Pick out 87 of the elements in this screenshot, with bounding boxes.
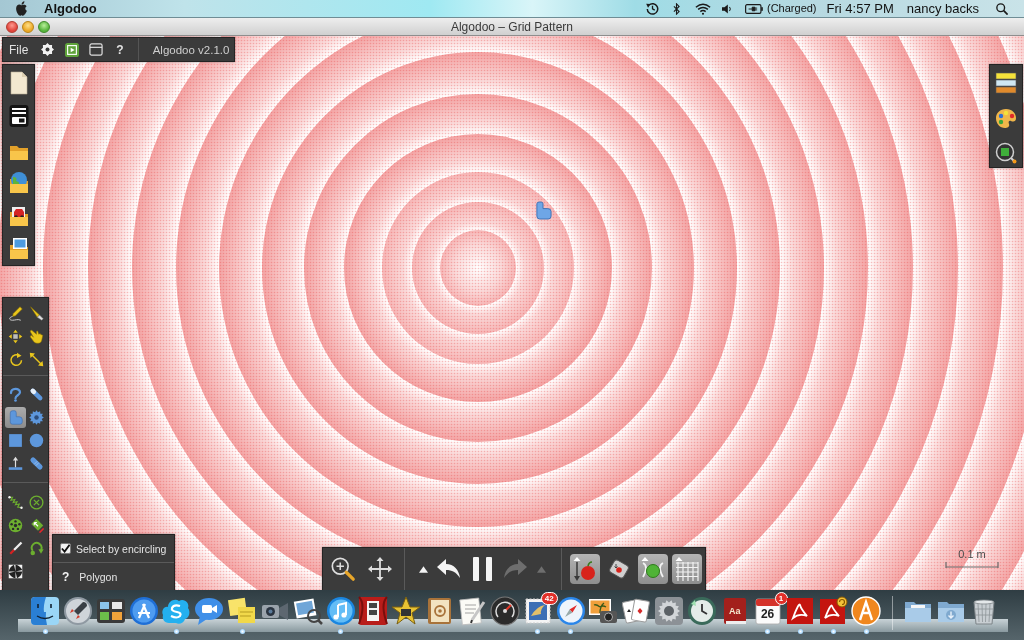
toggle-button[interactable] (570, 554, 600, 584)
search-icon[interactable] (996, 2, 1008, 15)
rotate-arrow-icon (7, 352, 23, 367)
wheel-icon (7, 517, 23, 533)
stamp-icon[interactable] (522, 596, 553, 626)
panel-toggle-icon[interactable] (8, 104, 29, 128)
zoom-icon[interactable] (330, 556, 356, 582)
swoosh-arrows-tile-icon[interactable] (818, 596, 849, 626)
app-menu[interactable]: Algodoo (44, 0, 97, 17)
check-icon (61, 544, 70, 553)
caret-up-icon (418, 565, 428, 573)
scale-label: 0.1 m (958, 548, 986, 560)
minimize-button[interactable] (22, 20, 34, 33)
checkbox[interactable] (60, 543, 71, 554)
photo-strip-icon[interactable] (358, 596, 389, 626)
photo-camera-icon[interactable] (588, 596, 619, 626)
play-square-icon[interactable] (65, 42, 80, 57)
smiley-tile-icon[interactable] (30, 596, 60, 626)
help-button[interactable]: ? (62, 569, 70, 584)
circle-icon (28, 433, 44, 448)
circled-x-icon (28, 494, 44, 510)
picture-folder-icon[interactable] (8, 236, 29, 260)
settings-icon[interactable] (41, 43, 55, 56)
toggle-button[interactable] (672, 554, 702, 584)
redo-arrow-icon (503, 559, 527, 579)
speech-bubble-icon[interactable] (194, 596, 225, 626)
help-button[interactable]: ? (116, 42, 124, 57)
cog-icon (28, 410, 44, 425)
history-clock-icon[interactable] (646, 2, 659, 15)
knife-icon (28, 306, 44, 321)
diagonal-arrows-icon (28, 352, 44, 367)
document-icon[interactable] (8, 71, 29, 95)
gears-icon[interactable] (654, 596, 685, 626)
checkbox-label: Select by encircling (76, 542, 167, 555)
compass-icon[interactable] (555, 596, 586, 626)
star-icon[interactable] (391, 596, 422, 626)
volume-icon[interactable] (722, 3, 732, 14)
undo-arrow-icon (437, 559, 461, 579)
sticky-notes-icon[interactable] (227, 596, 258, 626)
plane-arrow-icon (7, 456, 23, 471)
layers-icon[interactable] (995, 72, 1017, 94)
grid-icon (675, 557, 699, 581)
globe-folder-icon[interactable] (8, 170, 29, 194)
file-menu[interactable]: File (9, 42, 29, 57)
swoosh-tile-icon[interactable] (785, 596, 816, 626)
user-menu[interactable]: nancy backs (906, 0, 979, 17)
zigzag-spring-icon (7, 494, 23, 510)
curved-arrow-icon (28, 540, 44, 556)
playing-cards-icon[interactable] (621, 596, 652, 626)
bluetooth-icon[interactable] (673, 2, 680, 15)
circle-arcs-icon (641, 557, 665, 581)
clock-label[interactable]: Fri 4:57 PM (826, 0, 894, 17)
rounded-shape-icon (7, 410, 23, 425)
pencil-scribble-icon (7, 306, 23, 321)
close-button[interactable] (6, 20, 18, 33)
scale-bar-line (945, 562, 999, 568)
music-note-icon[interactable] (325, 596, 356, 626)
a-shape-disc-icon[interactable] (128, 596, 159, 626)
wifi-icon[interactable] (695, 2, 711, 15)
window-title: Algodoo – Grid Pattern (450, 19, 574, 34)
apple-icon[interactable] (15, 1, 28, 16)
photo-magnifier-icon[interactable] (292, 596, 323, 626)
move-arrows-icon (7, 329, 23, 344)
pause-icon (472, 557, 492, 581)
document-pen-icon[interactable] (456, 596, 487, 626)
apple-arrow-icon (573, 557, 597, 581)
pen-icon (7, 540, 23, 556)
caret-up-icon (536, 565, 546, 573)
tool-name-label: Polygon (79, 570, 118, 583)
pinwheel-icon (7, 563, 23, 579)
notification-badge: 42 (540, 592, 558, 605)
a-shape-circle-icon[interactable] (851, 596, 882, 626)
zoom-button[interactable] (38, 20, 50, 33)
window-icon[interactable] (89, 43, 104, 56)
battery-status-label: (Charged) (767, 1, 817, 16)
toggle-button[interactable] (638, 554, 668, 584)
window-thumbnails-icon[interactable] (95, 596, 126, 626)
palette-icon[interactable] (995, 107, 1017, 129)
battery-icon[interactable] (745, 3, 763, 14)
rocket-icon[interactable] (62, 596, 93, 626)
square-icon (7, 433, 23, 448)
version-label: Algodoo v2.1.0 (152, 43, 230, 56)
gauge-icon[interactable] (489, 596, 520, 626)
pointing-hand-icon (28, 329, 44, 344)
polygon-cursor-icon (535, 201, 552, 220)
hook-icon (7, 387, 23, 402)
move-arrows-icon[interactable] (368, 557, 392, 581)
